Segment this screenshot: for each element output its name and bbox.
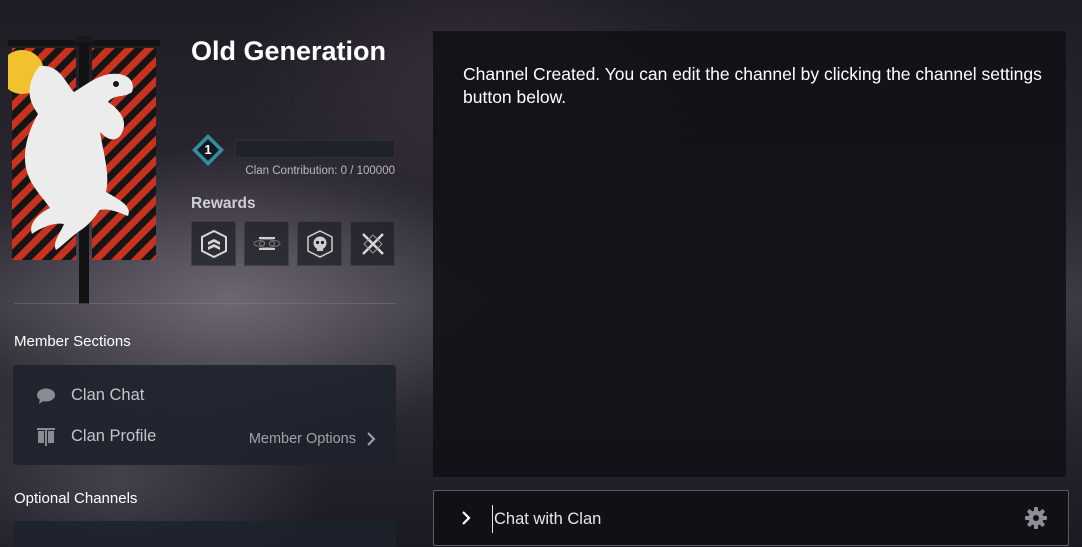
chat-messages-panel: Channel Created. You can edit the channe…	[433, 31, 1066, 477]
reward-tile-3[interactable]	[297, 221, 342, 266]
clan-level-badge: 1	[191, 133, 225, 167]
reward-tile-2[interactable]	[244, 221, 289, 266]
banner-icon	[35, 427, 57, 446]
member-options-label: Member Options	[248, 431, 356, 447]
clan-profile-label: Clan Profile	[71, 427, 157, 445]
chat-input-bar	[433, 490, 1069, 546]
clan-chat-link[interactable]: Clan Chat	[35, 386, 144, 405]
clan-name: Old Generation	[191, 36, 387, 66]
clan-contribution-text: Clan Contribution: 0 / 100000	[245, 165, 395, 177]
skull-emblem-icon	[306, 229, 333, 258]
clan-banner	[8, 36, 160, 304]
shield-emblem-icon	[200, 229, 227, 258]
crossed-swords-icon	[361, 232, 384, 255]
chevron-right-icon[interactable]	[456, 508, 476, 528]
chat-system-message: Channel Created. You can edit the channe…	[463, 64, 1042, 107]
clan-profile-link[interactable]: Clan Profile	[35, 427, 156, 446]
member-options-button[interactable]: Member Options	[249, 431, 376, 447]
reward-tile-1[interactable]	[191, 221, 236, 266]
member-sections-title: Member Sections	[14, 333, 131, 350]
clan-level-number: 1	[204, 142, 212, 157]
engram-icon	[253, 236, 280, 250]
gear-icon[interactable]	[1024, 506, 1048, 530]
clan-progress-bar	[235, 140, 395, 158]
member-sections-panel: Clan Chat Clan Profile Member Options	[13, 365, 396, 465]
chat-bubble-icon	[35, 387, 57, 405]
reward-tile-4[interactable]	[350, 221, 395, 266]
chat-input[interactable]	[492, 505, 992, 533]
clan-chat-label: Clan Chat	[71, 386, 145, 404]
rewards-label: Rewards	[191, 195, 256, 212]
optional-channels-panel	[13, 521, 396, 547]
optional-channels-title: Optional Channels	[14, 490, 138, 507]
chevron-right-icon	[367, 432, 376, 446]
section-divider	[14, 303, 396, 304]
